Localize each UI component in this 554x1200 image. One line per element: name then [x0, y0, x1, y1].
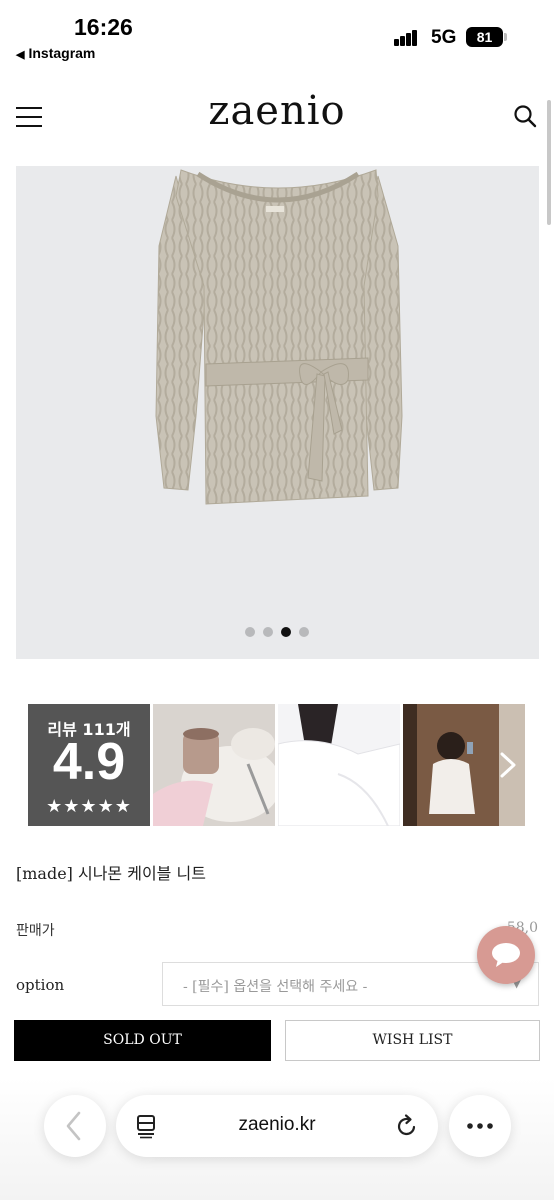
browser-back-button[interactable]	[44, 1095, 106, 1157]
url-text[interactable]: zaenio.kr	[116, 1114, 438, 1136]
signal-icon	[394, 28, 420, 46]
review-summary[interactable]: 리뷰 111개 4.9 ★★★★★	[28, 704, 150, 826]
carousel-dot[interactable]	[263, 627, 273, 637]
status-bar: 16:26 ◀ Instagram 5G 81	[0, 0, 554, 70]
sold-out-button[interactable]: SOLD OUT	[14, 1020, 271, 1061]
network-type: 5G	[431, 27, 457, 48]
carousel-dot[interactable]	[299, 627, 309, 637]
star-rating-icon: ★★★★★	[46, 796, 132, 817]
product-image-carousel[interactable]	[16, 166, 539, 659]
review-photo-1[interactable]	[153, 704, 275, 826]
battery-tip	[504, 33, 507, 41]
carousel-dot[interactable]	[281, 627, 291, 637]
chat-bubble-icon[interactable]	[477, 926, 535, 984]
page-scrollbar[interactable]	[547, 100, 551, 225]
review-score: 4.9	[52, 733, 126, 791]
price-label: 판매가	[16, 923, 55, 939]
address-bar[interactable]: zaenio.kr	[116, 1095, 438, 1157]
status-time: 16:26	[74, 14, 133, 40]
reload-icon[interactable]	[394, 1113, 420, 1139]
back-triangle-icon: ◀	[16, 49, 25, 61]
knit-sweater-image	[155, 169, 403, 505]
site-logo[interactable]: zaenio	[0, 88, 554, 134]
more-dots-icon[interactable]	[449, 1095, 511, 1157]
carousel-pagination	[0, 622, 554, 641]
review-photo-2[interactable]	[278, 704, 400, 826]
carousel-dot[interactable]	[245, 627, 255, 637]
wish-list-button[interactable]: WISH LIST	[285, 1020, 540, 1061]
chevron-left-icon	[66, 1111, 81, 1141]
battery-icon: 81	[466, 27, 503, 47]
back-to-app-link[interactable]: ◀ Instagram	[16, 45, 95, 61]
search-icon[interactable]	[513, 104, 537, 128]
back-app-label: Instagram	[28, 45, 96, 61]
product-name: [made] 시나몬 케이블 니트	[16, 864, 206, 883]
option-label: option	[16, 976, 65, 994]
chevron-right-icon[interactable]	[496, 750, 520, 780]
